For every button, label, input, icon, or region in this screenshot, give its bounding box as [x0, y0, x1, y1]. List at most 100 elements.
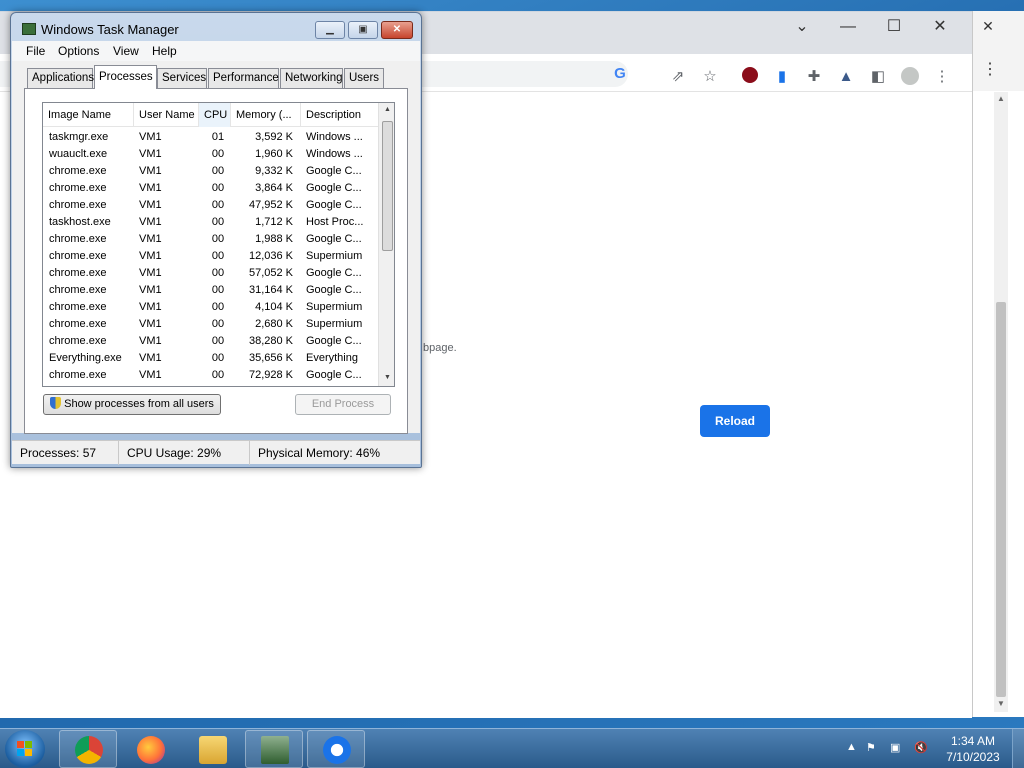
end-process-button[interactable]: End Process: [295, 394, 391, 415]
firefox-icon: [137, 736, 165, 764]
puzzle-icon[interactable]: ✚: [804, 67, 824, 87]
google-icon[interactable]: G: [610, 64, 630, 84]
table-row[interactable]: chrome.exe VM1 00 3,864 K Google C...: [43, 180, 378, 197]
tab-services[interactable]: Services: [157, 68, 207, 88]
table-row[interactable]: chrome.exe VM1 00 57,052 K Google C...: [43, 265, 378, 282]
extension-red-icon[interactable]: [740, 67, 760, 87]
show-desktop-button[interactable]: [1012, 729, 1024, 768]
maximize-button[interactable]: ▣: [348, 21, 378, 39]
volume-muted-icon[interactable]: 🔇: [914, 741, 928, 754]
background-close-icon[interactable]: ✕: [973, 13, 1003, 39]
table-row[interactable]: taskmgr.exe VM1 01 3,592 K Windows ...: [43, 129, 378, 146]
cell-user-name: VM1: [139, 250, 162, 262]
tab-applications[interactable]: Applications: [27, 68, 94, 88]
tab-search-icon[interactable]: ⌄: [782, 14, 822, 40]
process-list: Image Name User Name CPU Memory (... Des…: [42, 102, 395, 387]
table-row[interactable]: chrome.exe VM1 00 47,952 K Google C...: [43, 197, 378, 214]
taskbar-explorer[interactable]: [183, 730, 241, 768]
uac-shield-icon: [50, 397, 62, 409]
kebab-menu-icon[interactable]: ⋮: [932, 67, 952, 87]
column-memory[interactable]: Memory (...: [231, 103, 301, 127]
table-row[interactable]: wuauclt.exe VM1 00 1,960 K Windows ...: [43, 146, 378, 163]
table-row[interactable]: Everything.exe VM1 00 35,656 K Everything: [43, 350, 378, 367]
column-cpu[interactable]: CPU: [199, 103, 231, 127]
minimize-icon[interactable]: —: [828, 14, 868, 40]
tab-performance[interactable]: Performance: [208, 68, 279, 88]
table-row[interactable]: chrome.exe VM1 00 31,164 K Google C...: [43, 282, 378, 299]
cell-description: Host Proc...: [306, 216, 364, 228]
cell-memory: 35,656 K: [248, 352, 293, 364]
cell-user-name: VM1: [139, 301, 162, 313]
taskbar-task-manager[interactable]: [245, 730, 303, 768]
extension-book-icon[interactable]: ▮: [772, 67, 792, 87]
start-button[interactable]: [5, 730, 45, 768]
menu-help[interactable]: Help: [152, 44, 177, 58]
table-row[interactable]: chrome.exe VM1 00 12,036 K Supermium: [43, 248, 378, 265]
taskbar-chrome[interactable]: [59, 730, 117, 768]
menu-view[interactable]: View: [113, 44, 139, 58]
column-image-name[interactable]: Image Name: [43, 103, 134, 127]
cell-description: Google C...: [306, 165, 362, 177]
minimize-button[interactable]: ▁: [315, 21, 345, 39]
cell-cpu: 00: [211, 148, 225, 160]
table-row[interactable]: chrome.exe VM1 00 9,332 K Google C...: [43, 163, 378, 180]
profile-icon[interactable]: [900, 67, 920, 87]
table-row[interactable]: chrome.exe VM1 00 2,680 K Supermium: [43, 316, 378, 333]
page-scrollbar[interactable]: ▲ ▼: [994, 92, 1008, 712]
close-icon: ✕: [392, 24, 402, 35]
background-menu-icon[interactable]: ⋮: [975, 57, 1005, 83]
cell-memory: 3,864 K: [255, 182, 293, 194]
scroll-up-icon[interactable]: ▲: [994, 94, 1008, 103]
taskbar-firefox[interactable]: [121, 730, 179, 768]
close-button[interactable]: ✕: [381, 21, 413, 39]
cell-description: Google C...: [306, 267, 362, 279]
table-row[interactable]: chrome.exe VM1 00 38,280 K Google C...: [43, 333, 378, 350]
scroll-up-icon[interactable]: ▲: [379, 106, 394, 113]
column-user-name[interactable]: User Name: [134, 103, 199, 127]
taskbar-supermium[interactable]: [307, 730, 365, 768]
scroll-thumb[interactable]: [382, 121, 393, 251]
menu-file[interactable]: File: [26, 44, 45, 58]
tab-processes[interactable]: Processes: [94, 65, 157, 89]
clock[interactable]: 1:34 AM 7/10/2023: [940, 733, 1006, 765]
cell-user-name: VM1: [139, 131, 162, 143]
maximize-icon[interactable]: ☐: [874, 14, 914, 40]
cell-cpu: 00: [211, 369, 225, 381]
action-center-icon[interactable]: ⚑: [866, 741, 876, 754]
cell-memory: 1,988 K: [255, 233, 293, 245]
table-row[interactable]: chrome.exe VM1 00 4,104 K Supermium: [43, 299, 378, 316]
share-icon[interactable]: ⇗: [668, 67, 688, 87]
star-icon[interactable]: ☆: [700, 67, 720, 87]
scroll-down-icon[interactable]: ▼: [994, 699, 1008, 708]
table-row[interactable]: taskhost.exe VM1 00 1,712 K Host Proc...: [43, 214, 378, 231]
show-all-processes-label: Show processes from all users: [64, 398, 214, 410]
show-all-processes-button[interactable]: Show processes from all users: [43, 394, 221, 415]
flask-icon[interactable]: ▲: [836, 67, 856, 87]
cell-user-name: VM1: [139, 335, 162, 347]
list-header: Image Name User Name CPU Memory (... Des…: [43, 103, 378, 127]
close-icon[interactable]: ✕: [920, 14, 960, 40]
status-cpu-usage: CPU Usage: 29%: [119, 441, 250, 465]
cell-image-name: taskmgr.exe: [49, 131, 109, 143]
process-list-scrollbar[interactable]: ▲ ▼: [378, 103, 394, 386]
cell-cpu: 00: [211, 284, 225, 296]
windows-logo-icon: [17, 741, 33, 757]
page-scroll-thumb[interactable]: [996, 302, 1006, 697]
scroll-down-icon[interactable]: ▼: [379, 374, 394, 381]
cell-user-name: VM1: [139, 369, 162, 381]
cell-image-name: chrome.exe: [49, 182, 107, 194]
menu-options[interactable]: Options: [58, 44, 99, 58]
reload-button[interactable]: Reload: [700, 405, 770, 437]
sidepanel-icon[interactable]: ◧: [868, 67, 888, 87]
cell-image-name: chrome.exe: [49, 233, 107, 245]
table-row[interactable]: chrome.exe VM1 00 1,988 K Google C...: [43, 231, 378, 248]
cell-user-name: VM1: [139, 199, 162, 211]
tab-networking[interactable]: Networking: [280, 68, 343, 88]
cell-memory: 9,332 K: [255, 165, 293, 177]
tab-users[interactable]: Users: [344, 68, 384, 88]
column-description[interactable]: Description: [301, 103, 378, 127]
network-icon[interactable]: ▣: [890, 741, 900, 754]
table-row[interactable]: chrome.exe VM1 00 72,928 K Google C...: [43, 367, 378, 384]
show-hidden-icons-icon[interactable]: ▲: [846, 741, 857, 753]
background-window-toolbar: ✕ ⋮: [973, 11, 1024, 91]
